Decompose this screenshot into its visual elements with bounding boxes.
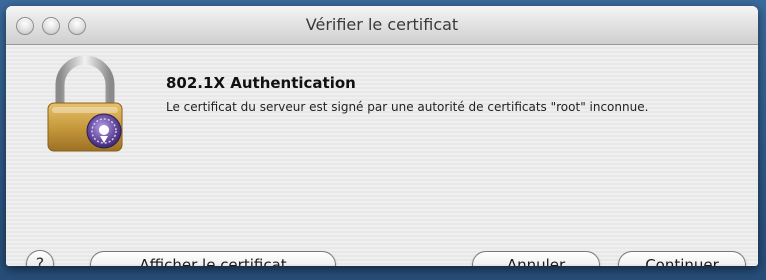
dialog-heading: 802.1X Authentication <box>166 74 356 92</box>
lock-certificate-icon <box>47 55 123 152</box>
title-bar: Vérifier le certificat <box>6 6 758 45</box>
window-title: Vérifier le certificat <box>305 15 459 34</box>
dialog-content: 802.1X Authentication Le certificat du s… <box>6 45 758 266</box>
cancel-button[interactable]: Annuler <box>472 251 600 266</box>
show-certificate-button[interactable]: Afficher le certificat <box>90 251 336 266</box>
help-button[interactable]: ? <box>26 250 54 266</box>
certificate-dialog-window: Vérifier le certificat 802.1X Authentica… <box>6 6 758 266</box>
continue-button[interactable]: Continuer <box>618 251 746 266</box>
dialog-message: Le certificat du serveur est signé par u… <box>166 100 649 114</box>
